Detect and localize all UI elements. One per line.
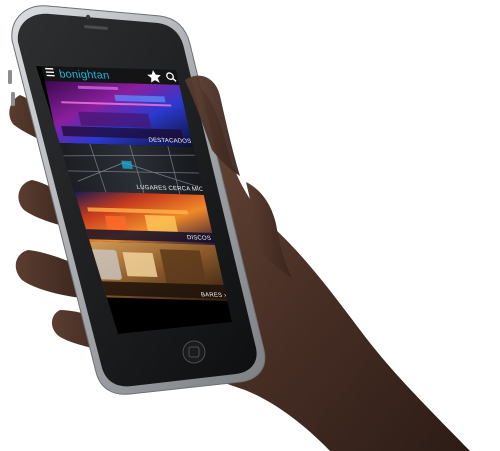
tile-label-discos: DISCOS ›	[187, 235, 216, 242]
tile-label-bares: BARES ›	[200, 292, 227, 299]
app-brand-logo: bonightan	[58, 68, 111, 81]
volume-down-button[interactable]	[11, 92, 15, 106]
front-camera-icon	[85, 14, 91, 20]
home-button[interactable]	[182, 340, 206, 364]
volume-up-button[interactable]	[8, 70, 12, 84]
tile-destacados[interactable]: DESTACADOS ›	[44, 80, 200, 148]
photo-scene: •••• 9:41 AM 100% bonightan	[0, 0, 500, 451]
tile-discos[interactable]: DISCOS ›	[67, 190, 221, 246]
tile-lugares-cerca[interactable]: LUGARES CERCA MÍO ›	[57, 142, 210, 196]
